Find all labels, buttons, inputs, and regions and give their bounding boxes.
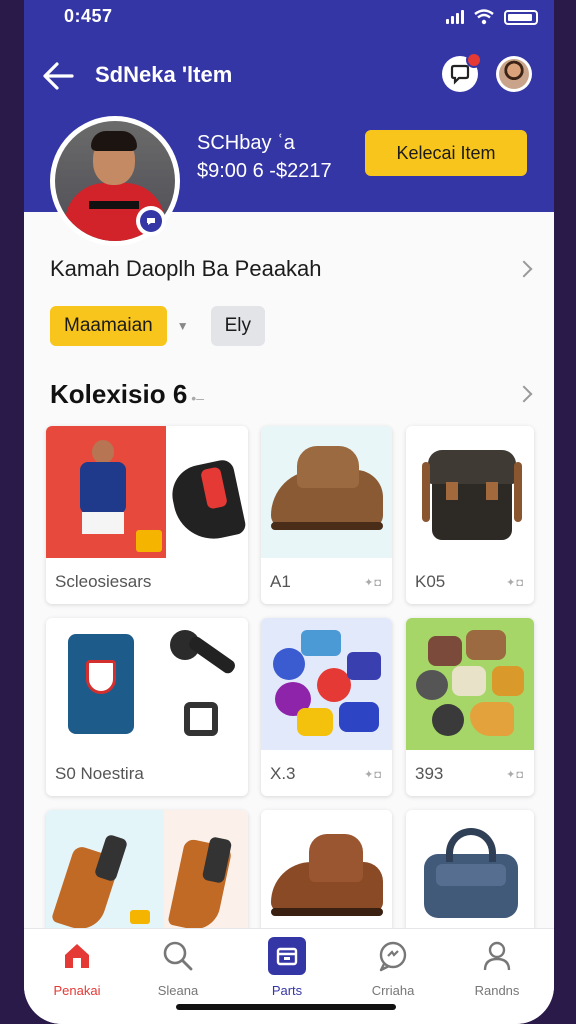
card-label: X.3 <box>270 764 296 783</box>
collection-card[interactable]: K05 ✦◘ <box>406 426 534 604</box>
collection-title-text: Kolexisio <box>50 378 166 409</box>
box-icon <box>276 947 298 966</box>
chevron-right-icon <box>515 260 533 278</box>
nav-item-home[interactable]: Penakai <box>37 937 117 1001</box>
wifi-icon <box>474 9 494 25</box>
user-icon <box>483 941 511 971</box>
info-row-label: Kamah Daoplh Ba Peaakah <box>50 256 322 281</box>
search-icon <box>163 941 193 971</box>
card-meta-icon: ✦◘ <box>506 577 524 589</box>
notification-badge <box>466 52 482 68</box>
status-icons <box>446 9 538 25</box>
collection-card[interactable]: 393 ✦◘ <box>406 618 534 796</box>
card-label: K05 <box>415 572 446 591</box>
nav-label: Randns <box>474 983 520 998</box>
card-label: 393 <box>415 764 444 783</box>
collection-card[interactable]: X.3 ✦◘ <box>261 618 392 796</box>
card-meta-icon: ✦◘ <box>364 577 382 589</box>
verified-badge-icon <box>136 206 166 236</box>
chip-primary[interactable]: Maamaian <box>50 306 167 346</box>
nav-item-profile[interactable]: Randns <box>457 937 537 1001</box>
collection-card[interactable]: S0 Noestira <box>46 618 248 796</box>
chevron-down-icon[interactable]: ▼ <box>177 319 189 333</box>
card-meta-icon: ✦◘ <box>364 769 382 781</box>
battery-icon <box>504 9 538 25</box>
card-label: Scleosiesars <box>55 572 152 591</box>
home-icon <box>65 944 89 968</box>
chevron-right-icon <box>515 385 533 403</box>
home-indicator <box>176 1004 396 1010</box>
notification-button[interactable] <box>442 52 482 92</box>
page-title: SdNeka 'ltem <box>95 62 233 87</box>
nav-label: Crriaha <box>371 983 415 998</box>
nav-label: Sleana <box>157 983 199 998</box>
card-label: A1 <box>270 572 291 591</box>
app-screen: 0:457 SdNeka 'ltem SCHbay ʿa $9:00 6 -$2… <box>24 0 554 1024</box>
nav-item-search[interactable]: Sleana <box>138 937 218 1001</box>
info-row-link[interactable]: Kamah Daoplh Ba Peaakah <box>50 252 533 286</box>
chip-secondary[interactable]: Ely <box>210 306 266 346</box>
collect-item-button[interactable]: Kelecai Item <box>365 130 527 176</box>
price-range: $9:00 6 -$2217 <box>197 160 332 182</box>
profile-name: SCHbay ʿa <box>197 132 295 154</box>
user-avatar[interactable] <box>496 56 532 92</box>
collection-count: 6 <box>172 378 188 409</box>
collection-header[interactable]: Kolexisio 6 •– <box>50 376 533 412</box>
back-button[interactable] <box>38 56 78 96</box>
nav-label: Penakai <box>53 983 101 998</box>
filter-chips: Maamaian ▼ Ely <box>50 306 266 346</box>
signal-icon <box>446 10 464 24</box>
collection-title: Kolexisio 6 •– <box>50 379 204 410</box>
card-meta-icon: ✦◘ <box>506 769 524 781</box>
nav-item-parts[interactable]: Parts <box>247 937 327 1001</box>
arrow-left-icon <box>43 62 74 90</box>
status-bar: 0:457 <box>24 0 554 36</box>
collection-card[interactable]: Scleosiesars <box>46 426 248 604</box>
nav-item-chat[interactable]: Crriaha <box>353 937 433 1001</box>
top-nav: SdNeka 'ltem <box>24 52 554 100</box>
chat-icon <box>450 64 470 85</box>
collection-card[interactable]: A1 ✦◘ <box>261 426 392 604</box>
nav-label: Parts <box>271 983 303 998</box>
more-dots-icon: •– <box>191 389 204 406</box>
card-label: S0 Noestira <box>55 764 144 783</box>
chat-bubble-icon <box>379 941 407 972</box>
status-time: 0:457 <box>64 6 113 26</box>
